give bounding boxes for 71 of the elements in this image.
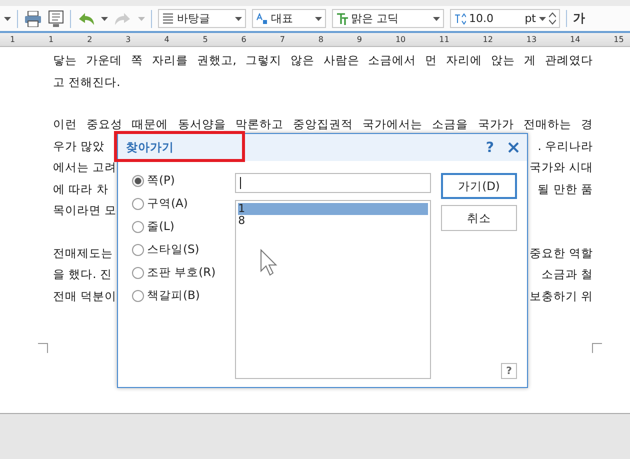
ruler-number: 1 [48,36,54,44]
text-line: 에 따라 차 [53,180,108,198]
dialog-button[interactable]: 취소 [441,205,517,231]
dialog-title: 찾아가기 [126,140,175,155]
ruler-number: 15 [614,36,624,44]
bold-button[interactable]: 가 [566,10,585,27]
input-field[interactable] [235,173,431,193]
unit-label: pt [524,12,536,25]
style-set-dropdown[interactable]: 대표 [252,9,326,28]
caret-icon [433,16,440,20]
text-line: 전매 덕분이 [53,288,117,304]
text-line: 전매제도는 [53,244,113,262]
result-list[interactable]: 1 8 [235,200,431,379]
ruler-number: 6 [241,36,246,44]
caret-icon [539,16,546,20]
ruler-number: 1 [10,36,16,44]
font-size-field[interactable]: 10.0 pt [450,9,560,28]
text-line: 을 했다. 진 [53,266,112,283]
text-line: 국가와 시대 [529,159,593,176]
radio-option[interactable]: 쪽(P) [132,173,226,188]
style-dropdown[interactable]: 바탕글 [158,9,246,28]
ruler-number: 3 [126,36,131,44]
help-button[interactable]: ? [486,140,494,156]
font-size-icon [454,12,466,24]
text-line: 될 만한 품 [538,180,593,198]
spinner-icon[interactable] [549,12,556,25]
paragraph-lines-icon [162,12,174,24]
ruler-number: 10 [395,36,406,44]
caret-icon[interactable] [4,16,11,20]
radio-option[interactable]: 줄(L) [132,219,226,234]
ruler-number: 8 [318,36,324,44]
font-t-icon [336,12,348,24]
preview-icon[interactable] [48,10,64,27]
ruler-number: 2 [87,36,92,44]
ruler-number: 14 [570,36,580,44]
text-line: 소금과 철 [541,266,593,283]
text-line: 이런 중요성 때문에 동서양을 막론하고 중앙집권적 국가에서는 소금을 국가가 전매하는 경 [53,116,593,133]
ruler-number: 13 [526,36,537,44]
list-item[interactable]: 8 [238,215,428,227]
text-line: 중요한 역할 [529,244,593,262]
letter-a-icon [256,12,268,24]
undo-icon[interactable] [77,12,95,26]
ruler-number: 7 [280,36,285,44]
text-line: . 우리나라 [538,138,593,154]
ruler-number: 9 [356,36,362,44]
close-icon[interactable] [508,142,519,153]
text-line: 보충하기 위 [529,288,593,304]
font-dropdown[interactable]: 맑은 고딕 [332,9,444,28]
ruler-number: 11 [439,36,450,44]
ruler-number: 5 [202,36,208,44]
caret-icon [138,16,145,20]
text-line: 우가 많았 [53,138,105,154]
help-button[interactable]: ? [501,363,517,379]
caret-icon [235,16,242,20]
dialog-button[interactable]: 가기(D) [441,173,517,199]
margin-corner-mark [38,343,48,353]
radio-option[interactable]: 스타일(S) [132,242,226,257]
text-line: 고 전해진다. [53,74,120,90]
radio-option[interactable]: 구역(A) [132,196,226,211]
text-line: 닿는 가운데 쪽 자리를 권했고, 그렇지 않은 사람은 소금에서 먼 자리에 앉는 게 관례였다 [53,52,593,69]
ruler-number: 12 [482,36,493,44]
caret-icon [315,16,322,20]
text-line: 목이라면 모 [53,202,117,219]
ruler-number: 4 [164,36,170,44]
caret-icon [101,16,108,20]
print-icon[interactable] [24,10,42,26]
list-item[interactable]: 1 [238,203,428,215]
radio-option[interactable]: 조판 부호(R) [132,265,226,280]
margin-corner-mark [592,343,602,353]
text-line: 에서는 고려 [53,159,117,176]
radio-option[interactable]: 책갈피(B) [132,288,226,303]
